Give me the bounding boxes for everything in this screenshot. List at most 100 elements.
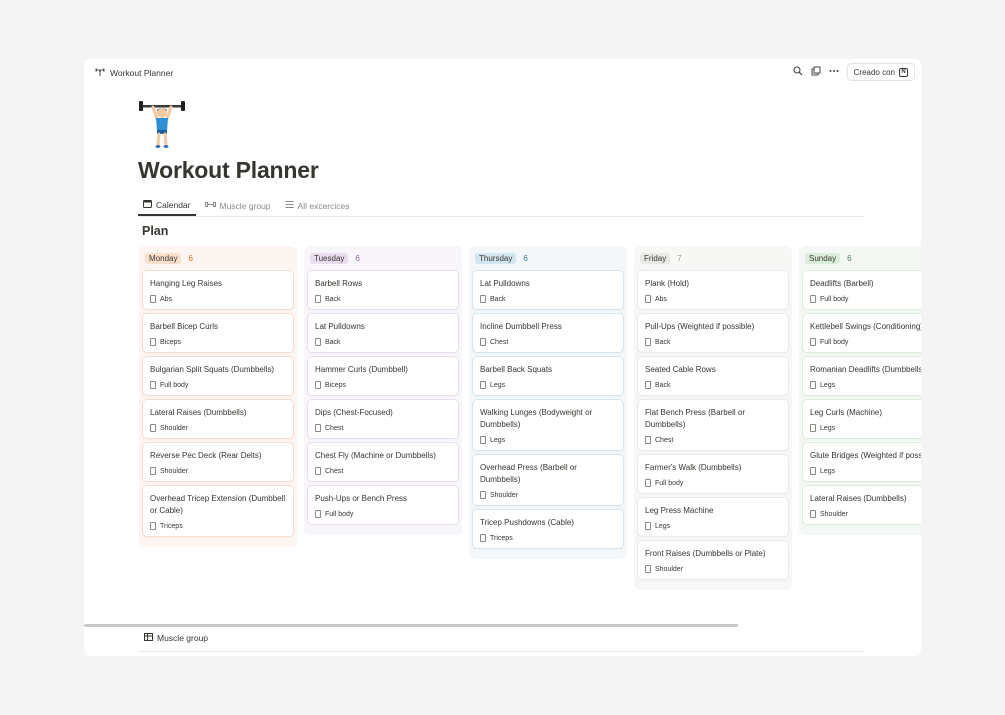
exercise-title: Barbell Back Squats (480, 365, 553, 374)
exercise-card[interactable]: Lat Pulldowns Back (308, 314, 458, 352)
exercise-card[interactable]: Overhead Press (Barbell or Dumbbells) Sho… (473, 455, 623, 505)
exercise-card[interactable]: Flat Bench Press (Barbell or Dumbbells) C… (638, 400, 788, 450)
muscle-group-label: Back (655, 381, 671, 389)
muscle-group-label: Back (325, 295, 341, 303)
muscle-group-label: Abs (655, 295, 668, 303)
page-icon (810, 338, 816, 346)
page-frame: Workout Planner Creado con N Workout Pla… (84, 59, 921, 656)
column-header[interactable]: Friday 7 (640, 252, 786, 265)
page-icon (810, 424, 816, 432)
exercise-card[interactable]: Lateral Raises (Dumbbells) Shoulder (803, 486, 921, 524)
exercise-card[interactable]: Pull-Ups (Weighted if possible) Back (638, 314, 788, 352)
column-day-label: Tuesday (310, 253, 349, 264)
exercise-card[interactable]: Seated Cable Rows Back (638, 357, 788, 395)
exercise-card[interactable]: Bulgarian Split Squats (Dumbbells) Full b… (143, 357, 293, 395)
column-header[interactable]: Sunday 6 (805, 252, 921, 265)
exercise-card[interactable]: Overhead Tricep Extension (Dumbbell or C… (143, 486, 293, 536)
created-with-button[interactable]: Creado con N (846, 63, 915, 81)
page-icon (810, 381, 816, 389)
exercise-card[interactable]: Farmer's Walk (Dumbbells) Full body (638, 455, 788, 493)
board-column-thursday: Thursday 6 Lat Pulldowns Back Incline Dumbbe… (469, 246, 627, 559)
exercise-card[interactable]: Front Raises (Dumbbells or Plate) Shoulde… (638, 541, 788, 579)
exercise-card[interactable]: Plank (Hold) Abs (638, 271, 788, 309)
page-icon (315, 467, 321, 475)
exercise-card[interactable]: Barbell Rows Back (308, 271, 458, 309)
exercise-card[interactable]: Leg Press Machine Legs (638, 498, 788, 536)
page-icon (315, 424, 321, 432)
exercise-card[interactable]: Dips (Chest-Focused) Chest (308, 400, 458, 438)
breadcrumb-title[interactable]: Workout Planner (110, 68, 173, 78)
exercise-title: Romanian Deadlifts (Dumbbells or Barbell… (810, 365, 921, 374)
page-icon (150, 338, 156, 346)
exercise-card[interactable]: Leg Curls (Machine) Legs (803, 400, 921, 438)
exercise-card[interactable]: Tricep Pushdowns (Cable) Triceps (473, 510, 623, 548)
exercise-title: Lat Pulldowns (315, 322, 365, 331)
column-header[interactable]: Monday 6 (145, 252, 291, 265)
exercise-title: Walking Lunges (Bodyweight or Dumbbells) (480, 408, 593, 429)
exercise-card[interactable]: Deadlifts (Barbell) Full body (803, 271, 921, 309)
exercise-card[interactable]: Romanian Deadlifts (Dumbbells or Barbell… (803, 357, 921, 395)
muscle-group-label: Legs (820, 424, 836, 432)
exercise-card[interactable]: Hammer Curls (Dumbbell) Biceps (308, 357, 458, 395)
more-icon[interactable] (829, 66, 839, 79)
exercise-card[interactable]: Barbell Bicep Curls Biceps (143, 314, 293, 352)
column-header[interactable]: Tuesday 6 (310, 252, 456, 265)
weightlifter-page-icon[interactable] (138, 99, 186, 149)
column-day-label: Monday (145, 253, 182, 264)
muscle-group-tag: Abs (645, 295, 781, 303)
exercise-title: Hanging Leg Raises (150, 279, 223, 288)
exercise-card[interactable]: Walking Lunges (Bodyweight or Dumbbells)… (473, 400, 623, 450)
exercise-title: Incline Dumbbell Press (480, 322, 562, 331)
muscle-group-tag: Shoulder (150, 424, 286, 432)
horizontal-scrollbar[interactable] (84, 624, 738, 627)
footer-view-muscle-group[interactable]: Muscle group (144, 633, 208, 643)
exercise-card[interactable]: Hanging Leg Raises Abs (143, 271, 293, 309)
muscle-group-tag: Chest (645, 436, 781, 444)
exercise-title: Front Raises (Dumbbells or Plate) (645, 549, 766, 558)
exercise-title: Kettlebell Swings (Conditioning) (810, 322, 921, 331)
exercise-card[interactable]: Barbell Back Squats Legs (473, 357, 623, 395)
exercise-title: Overhead Tricep Extension (Dumbbell or C… (150, 494, 286, 515)
section-title: Plan (142, 224, 169, 238)
created-with-label: Creado con (853, 67, 895, 77)
exercise-title: Overhead Press (Barbell or Dumbbells) (480, 463, 577, 484)
exercise-card[interactable]: Incline Dumbbell Press Chest (473, 314, 623, 352)
page-title: Workout Planner (138, 157, 319, 183)
exercise-card[interactable]: Push-Ups or Bench Press Full body (308, 486, 458, 524)
page-icon (645, 338, 651, 346)
muscle-group-label: Shoulder (655, 565, 684, 573)
exercise-card[interactable]: Kettlebell Swings (Conditioning) Full bod… (803, 314, 921, 352)
exercise-title: Lateral Raises (Dumbbells) (810, 494, 907, 503)
exercise-title: Lat Pulldowns (480, 279, 530, 288)
exercise-title: Leg Curls (Machine) (810, 408, 883, 417)
exercise-card[interactable]: Chest Fly (Machine or Dumbbells) Chest (308, 443, 458, 481)
muscle-group-tag: Full body (810, 338, 921, 346)
tab-calendar[interactable]: Calendar (138, 195, 196, 216)
exercise-title: Farmer's Walk (Dumbbells) (645, 463, 742, 472)
exercise-card[interactable]: Lateral Raises (Dumbbells) Shoulder (143, 400, 293, 438)
muscle-group-label: Back (325, 338, 341, 346)
column-count: 6 (847, 254, 852, 263)
calendar-board: Monday 6 Hanging Leg Raises Abs Barbell Bice… (139, 246, 921, 626)
page-icon (480, 338, 486, 346)
tab-muscle-group[interactable]: Muscle group (200, 195, 276, 216)
calendar-icon (143, 199, 152, 210)
page-icon (150, 424, 156, 432)
exercise-title: Plank (Hold) (645, 279, 690, 288)
muscle-group-label: Shoulder (490, 491, 519, 499)
exercise-title: Leg Press Machine (645, 506, 714, 515)
exercise-card[interactable]: Lat Pulldowns Back (473, 271, 623, 309)
muscle-group-label: Chest (655, 436, 674, 444)
exercise-card[interactable]: Reverse Pec Deck (Rear Delts) Shoulder (143, 443, 293, 481)
tab-label: Calendar (156, 199, 191, 210)
exercise-card[interactable]: Glute Bridges (Weighted if possible) Legs (803, 443, 921, 481)
muscle-group-tag: Biceps (150, 338, 286, 346)
column-count: 6 (188, 254, 193, 263)
breadcrumb[interactable]: Workout Planner (95, 67, 173, 79)
muscle-group-tag: Shoulder (645, 565, 781, 573)
tab-all-excercices[interactable]: All excercices (280, 195, 355, 216)
search-icon[interactable] (793, 65, 803, 79)
muscle-group-tag: Legs (810, 467, 921, 475)
duplicate-icon[interactable] (811, 66, 821, 79)
column-header[interactable]: Thursday 6 (475, 252, 621, 265)
